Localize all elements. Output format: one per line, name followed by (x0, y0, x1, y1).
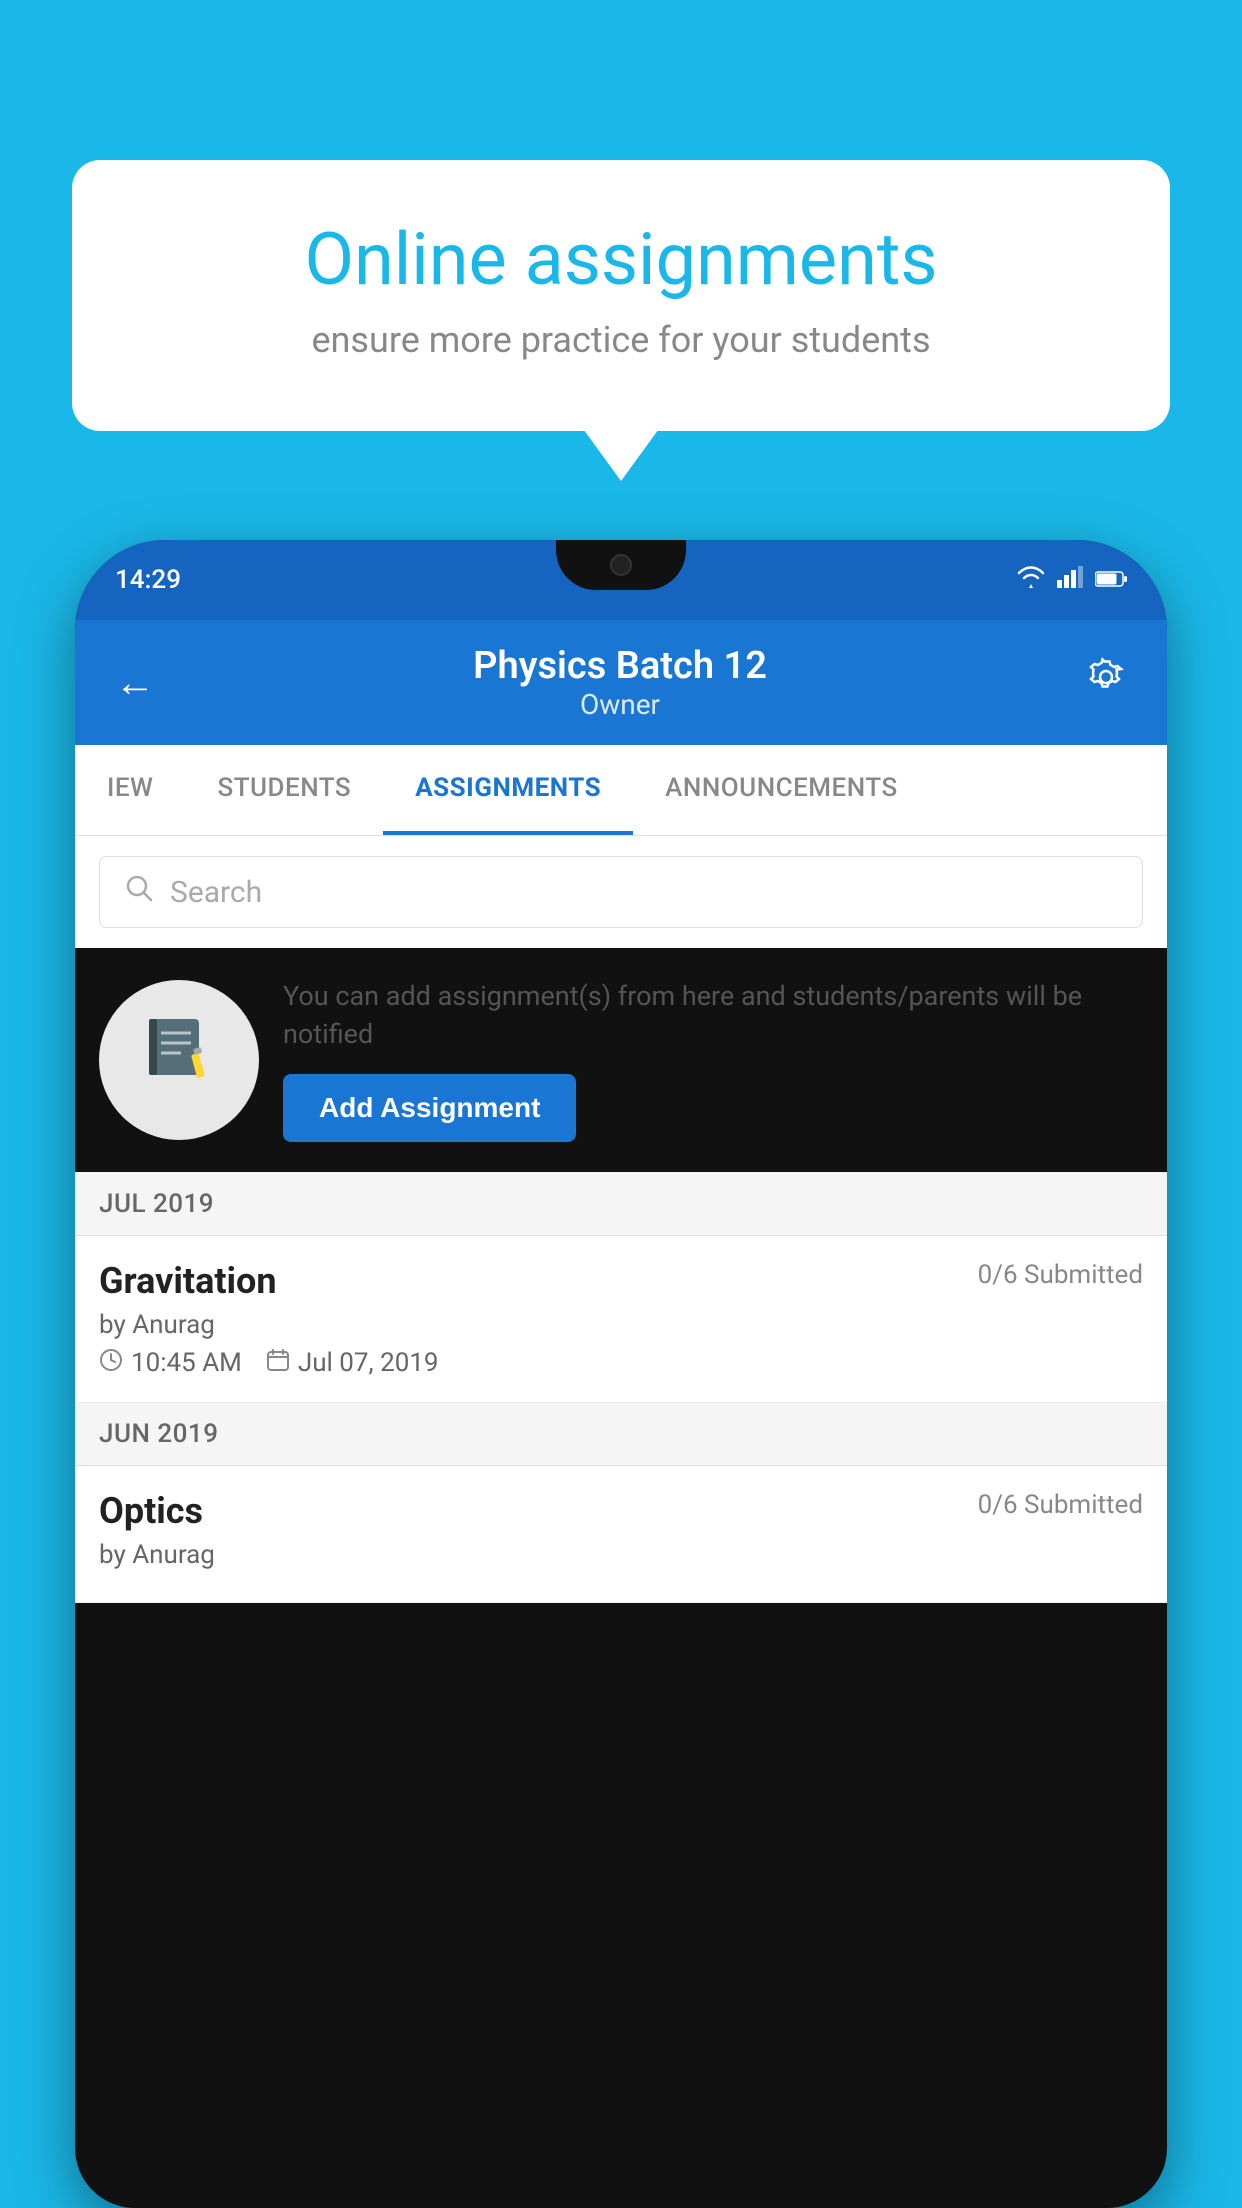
assignment-icon-circle (99, 980, 259, 1140)
header-title: Physics Batch 12 (155, 644, 1085, 688)
section-month-jun: JUN 2019 (99, 1419, 218, 1449)
calendar-icon (266, 1348, 290, 1378)
add-assignment-text-area: You can add assignment(s) from here and … (283, 978, 1143, 1142)
notebook-icon (139, 1011, 219, 1109)
wifi-icon (1017, 566, 1045, 594)
speech-bubble-title: Online assignments (152, 220, 1090, 299)
assignment-item-gravitation[interactable]: Gravitation 0/6 Submitted by Anurag 10:4… (75, 1236, 1167, 1403)
search-bar-container: Search (75, 836, 1167, 948)
phone-notch (556, 540, 686, 590)
add-assignment-button[interactable]: Add Assignment (283, 1074, 576, 1142)
header-center: Physics Batch 12 Owner (155, 644, 1085, 721)
back-button[interactable]: ← (115, 659, 155, 706)
assignment-submitted: 0/6 Submitted (978, 1260, 1143, 1290)
header-subtitle: Owner (155, 688, 1085, 721)
assignment-item-optics[interactable]: Optics 0/6 Submitted by Anurag (75, 1466, 1167, 1603)
assignment-by: by Anurag (99, 1310, 1143, 1340)
speech-bubble-subtitle: ensure more practice for your students (152, 319, 1090, 361)
phone-frame: 14:29 (75, 540, 1167, 2208)
tab-announcements[interactable]: ANNOUNCEMENTS (633, 745, 930, 835)
status-icons (1017, 566, 1127, 594)
section-month-jul: JUL 2019 (99, 1189, 214, 1219)
assignment-date: Jul 07, 2019 (298, 1348, 439, 1378)
assignment-meta: 10:45 AM Jul 07, 2019 (99, 1348, 1143, 1378)
speech-bubble: Online assignments ensure more practice … (72, 160, 1170, 431)
camera-dot (610, 554, 632, 576)
app-header: ← Physics Batch 12 Owner (75, 620, 1167, 745)
assignment-item-optics-header: Optics 0/6 Submitted (99, 1490, 1143, 1532)
battery-icon (1095, 566, 1127, 594)
status-time: 14:29 (115, 565, 181, 595)
tabs-container: IEW STUDENTS ASSIGNMENTS ANNOUNCEMENTS (75, 745, 1167, 836)
assignment-time: 10:45 AM (131, 1348, 242, 1378)
tab-iew[interactable]: IEW (75, 745, 185, 835)
time-meta: 10:45 AM (99, 1348, 242, 1378)
assignment-submitted-optics: 0/6 Submitted (978, 1490, 1143, 1520)
speech-bubble-container: Online assignments ensure more practice … (72, 160, 1170, 431)
add-assignment-description: You can add assignment(s) from here and … (283, 978, 1143, 1054)
clock-icon (99, 1348, 123, 1378)
tab-students[interactable]: STUDENTS (185, 745, 383, 835)
settings-icon[interactable] (1085, 656, 1127, 709)
assignment-name: Gravitation (99, 1260, 277, 1302)
search-icon (124, 873, 154, 911)
assignment-name-optics: Optics (99, 1490, 203, 1532)
signal-icon (1057, 566, 1083, 594)
section-header-jun: JUN 2019 (75, 1403, 1167, 1466)
add-assignment-card: You can add assignment(s) from here and … (75, 948, 1167, 1173)
assignment-by-optics: by Anurag (99, 1540, 1143, 1570)
date-meta: Jul 07, 2019 (266, 1348, 439, 1378)
search-placeholder: Search (170, 875, 262, 910)
section-header-jul: JUL 2019 (75, 1173, 1167, 1236)
assignment-item-header: Gravitation 0/6 Submitted (99, 1260, 1143, 1302)
status-bar: 14:29 (75, 540, 1167, 620)
tab-assignments[interactable]: ASSIGNMENTS (383, 745, 633, 835)
search-bar[interactable]: Search (99, 856, 1143, 928)
